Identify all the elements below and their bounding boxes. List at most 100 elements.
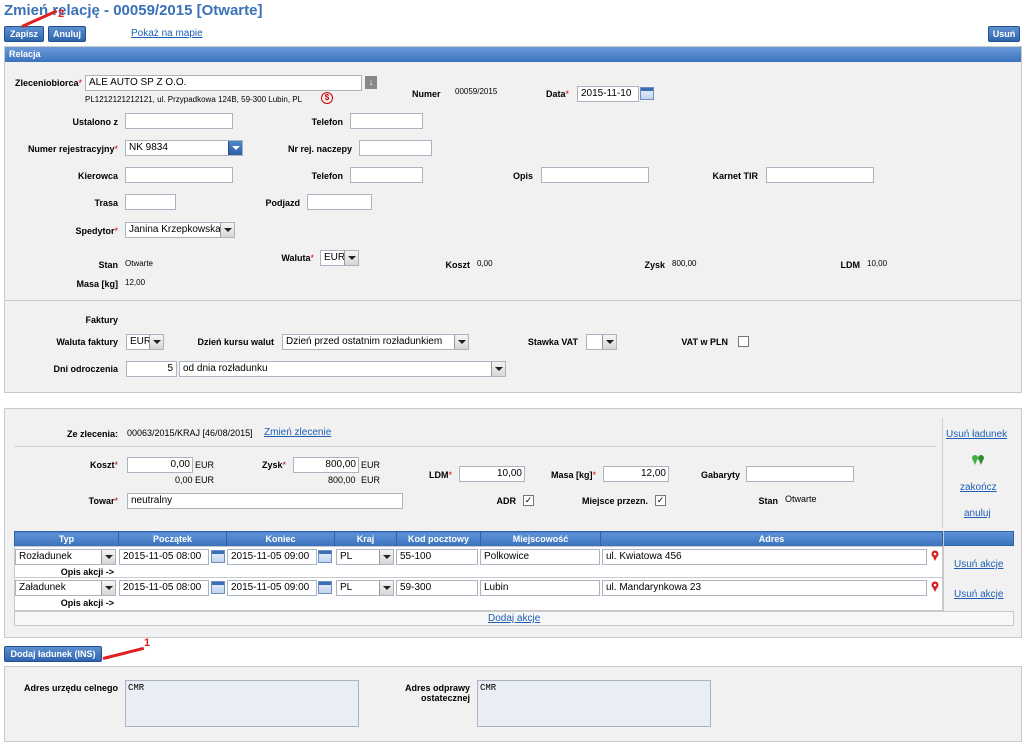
map-pin-icon[interactable] bbox=[931, 550, 939, 561]
gabaryty-label: Gabaryty bbox=[700, 470, 740, 480]
row1-kraj-select[interactable]: PL bbox=[336, 549, 394, 565]
opis-input[interactable] bbox=[541, 167, 649, 183]
data-input[interactable]: 2015-11-10 bbox=[577, 86, 639, 102]
karnet-label: Karnet TIR bbox=[712, 171, 758, 181]
grid-header-typ: Typ bbox=[14, 531, 119, 547]
faktury-header: Faktury bbox=[85, 315, 118, 325]
koszt-label: Koszt bbox=[445, 260, 471, 270]
grid-header-adres: Adres bbox=[600, 531, 943, 547]
row2-typ-select[interactable]: Załadunek bbox=[15, 580, 116, 596]
zleceniobiorca-label: Zleceniobiorca* bbox=[14, 78, 82, 88]
row1-opis[interactable]: Opis akcji -> bbox=[16, 567, 114, 577]
kurs-select[interactable]: Dzień przed ostatnim rozładunkiem bbox=[282, 334, 469, 350]
koszt-currency: EUR bbox=[195, 460, 215, 470]
karnet-input[interactable] bbox=[766, 167, 874, 183]
telefon2-label: Telefon bbox=[311, 171, 343, 181]
ldm-ladunek-label: LDM* bbox=[428, 470, 452, 480]
ldm-ladunek-input[interactable]: 10,00 bbox=[459, 466, 525, 482]
trasa-input[interactable] bbox=[125, 194, 176, 210]
row1-miasto-input[interactable]: Polkowice bbox=[480, 549, 600, 565]
chevron-down-icon bbox=[602, 335, 616, 349]
waluta-faktury-select[interactable]: EUR bbox=[126, 334, 164, 350]
zmien-zlecenie-link[interactable]: Zmień zlecenie bbox=[264, 427, 331, 438]
chevron-down-icon bbox=[344, 251, 358, 265]
waluta-select[interactable]: EUR bbox=[320, 250, 359, 266]
usun-ladunek-link[interactable]: Usuń ładunek bbox=[946, 429, 1007, 440]
ldm-label: LDM bbox=[840, 260, 861, 270]
telefon-input[interactable] bbox=[350, 113, 423, 129]
row2-miasto-input[interactable]: Lubin bbox=[480, 580, 600, 596]
kierowca-label: Kierowca bbox=[77, 171, 118, 181]
download-icon[interactable]: ↓ bbox=[365, 76, 377, 89]
naczepa-input[interactable] bbox=[359, 140, 432, 156]
delete-button[interactable]: Usuń bbox=[988, 26, 1020, 42]
towar-label: Towar* bbox=[88, 496, 118, 506]
calendar-icon[interactable] bbox=[318, 581, 332, 594]
masa-ladunek-input[interactable]: 12,00 bbox=[603, 466, 669, 482]
dodaj-ladunek-button[interactable]: Dodaj ładunek (INS) bbox=[4, 646, 102, 662]
stawka-vat-select[interactable] bbox=[586, 334, 617, 350]
telefon2-input[interactable] bbox=[350, 167, 423, 183]
location-icon[interactable] bbox=[971, 454, 985, 466]
adr-label: ADR bbox=[496, 496, 517, 506]
waluta-faktury-label: Waluta faktury bbox=[56, 337, 118, 347]
kierowca-input[interactable] bbox=[125, 167, 233, 183]
calendar-icon[interactable] bbox=[318, 550, 332, 563]
koszt-ladunek-input[interactable]: 0,00 bbox=[127, 457, 193, 473]
calendar-icon[interactable] bbox=[211, 550, 225, 563]
zysk-ladunek-input[interactable]: 800,00 bbox=[293, 457, 359, 473]
waluta-label: Waluta* bbox=[281, 253, 314, 263]
chevron-down-icon bbox=[149, 335, 163, 349]
grid-header-miejscowosc: Miejscowość bbox=[480, 531, 601, 547]
odprawa-textarea[interactable]: CMR bbox=[477, 680, 711, 727]
data-label: Data* bbox=[546, 89, 570, 99]
calendar-icon[interactable] bbox=[211, 581, 225, 594]
cancel-button[interactable]: Anuluj bbox=[48, 26, 86, 42]
numer-label: Numer bbox=[412, 89, 441, 99]
urzad-textarea[interactable]: CMR bbox=[125, 680, 359, 727]
od-dnia-select[interactable]: od dnia rozładunku bbox=[179, 361, 506, 377]
koszt-ladunek-value2: 0,00 bbox=[175, 475, 193, 485]
numer-value: 00059/2015 bbox=[455, 87, 498, 96]
row2-kod-input[interactable]: 59-300 bbox=[396, 580, 478, 596]
zysk-ladunek-value2: 800,00 bbox=[328, 475, 356, 485]
row2-end-input[interactable]: 2015-11-05 09:00 bbox=[227, 580, 317, 596]
towar-input[interactable]: neutralny bbox=[127, 493, 403, 509]
map-pin-icon[interactable] bbox=[931, 581, 939, 592]
row1-typ-select[interactable]: Rozładunek bbox=[15, 549, 116, 565]
podjazd-input[interactable] bbox=[307, 194, 372, 210]
gabaryty-input[interactable] bbox=[746, 466, 854, 482]
row2-adres-input[interactable]: ul. Mandarynkowa 23 bbox=[602, 580, 927, 596]
stawka-vat-label: Stawka VAT bbox=[527, 337, 578, 347]
spedytor-select[interactable]: Janina Krzepkowska bbox=[125, 222, 235, 238]
adr-checkbox[interactable]: ✓ bbox=[523, 495, 534, 506]
miejsce-checkbox[interactable]: ✓ bbox=[655, 495, 666, 506]
save-button[interactable]: Zapisz bbox=[4, 26, 44, 42]
row1-kod-input[interactable]: 55-100 bbox=[396, 549, 478, 565]
row2-start-input[interactable]: 2015-11-05 08:00 bbox=[119, 580, 209, 596]
zakoncz-link[interactable]: zakończ bbox=[960, 482, 997, 493]
ustalono-input[interactable] bbox=[125, 113, 233, 129]
anuluj-link[interactable]: anuluj bbox=[964, 508, 991, 519]
relacja-header: Relacja bbox=[5, 47, 1021, 62]
show-map-link[interactable]: Pokaż na mapie bbox=[131, 28, 203, 39]
calendar-icon[interactable] bbox=[640, 87, 654, 100]
zysk-ladunek-label: Zysk* bbox=[261, 460, 286, 470]
vat-pln-checkbox[interactable] bbox=[738, 336, 749, 347]
masa-label: Masa [kg] bbox=[76, 279, 118, 289]
nr-rej-select[interactable]: NK 9834 bbox=[125, 140, 243, 156]
chevron-down-icon bbox=[379, 550, 393, 564]
row2-kraj-select[interactable]: PL bbox=[336, 580, 394, 596]
row1-adres-input[interactable]: ul. Kwiatowa 456 bbox=[602, 549, 927, 565]
zleceniobiorca-input[interactable]: ALE AUTO SP Z O.O. bbox=[85, 75, 362, 91]
row1-start-input[interactable]: 2015-11-05 08:00 bbox=[119, 549, 209, 565]
dni-input[interactable]: 5 bbox=[126, 361, 177, 377]
masa-ladunek-label: Masa [kg]* bbox=[550, 470, 596, 480]
stan-ladunek-label: Stan bbox=[758, 496, 778, 506]
row2-opis[interactable]: Opis akcji -> bbox=[16, 598, 114, 608]
currency-icon[interactable]: $ bbox=[321, 92, 333, 104]
zysk-currency2: EUR bbox=[361, 475, 381, 485]
dodaj-akcje-link[interactable]: Dodaj akcje bbox=[488, 613, 540, 624]
row1-end-input[interactable]: 2015-11-05 09:00 bbox=[227, 549, 317, 565]
grid-header-poczatek: Początek bbox=[118, 531, 227, 547]
